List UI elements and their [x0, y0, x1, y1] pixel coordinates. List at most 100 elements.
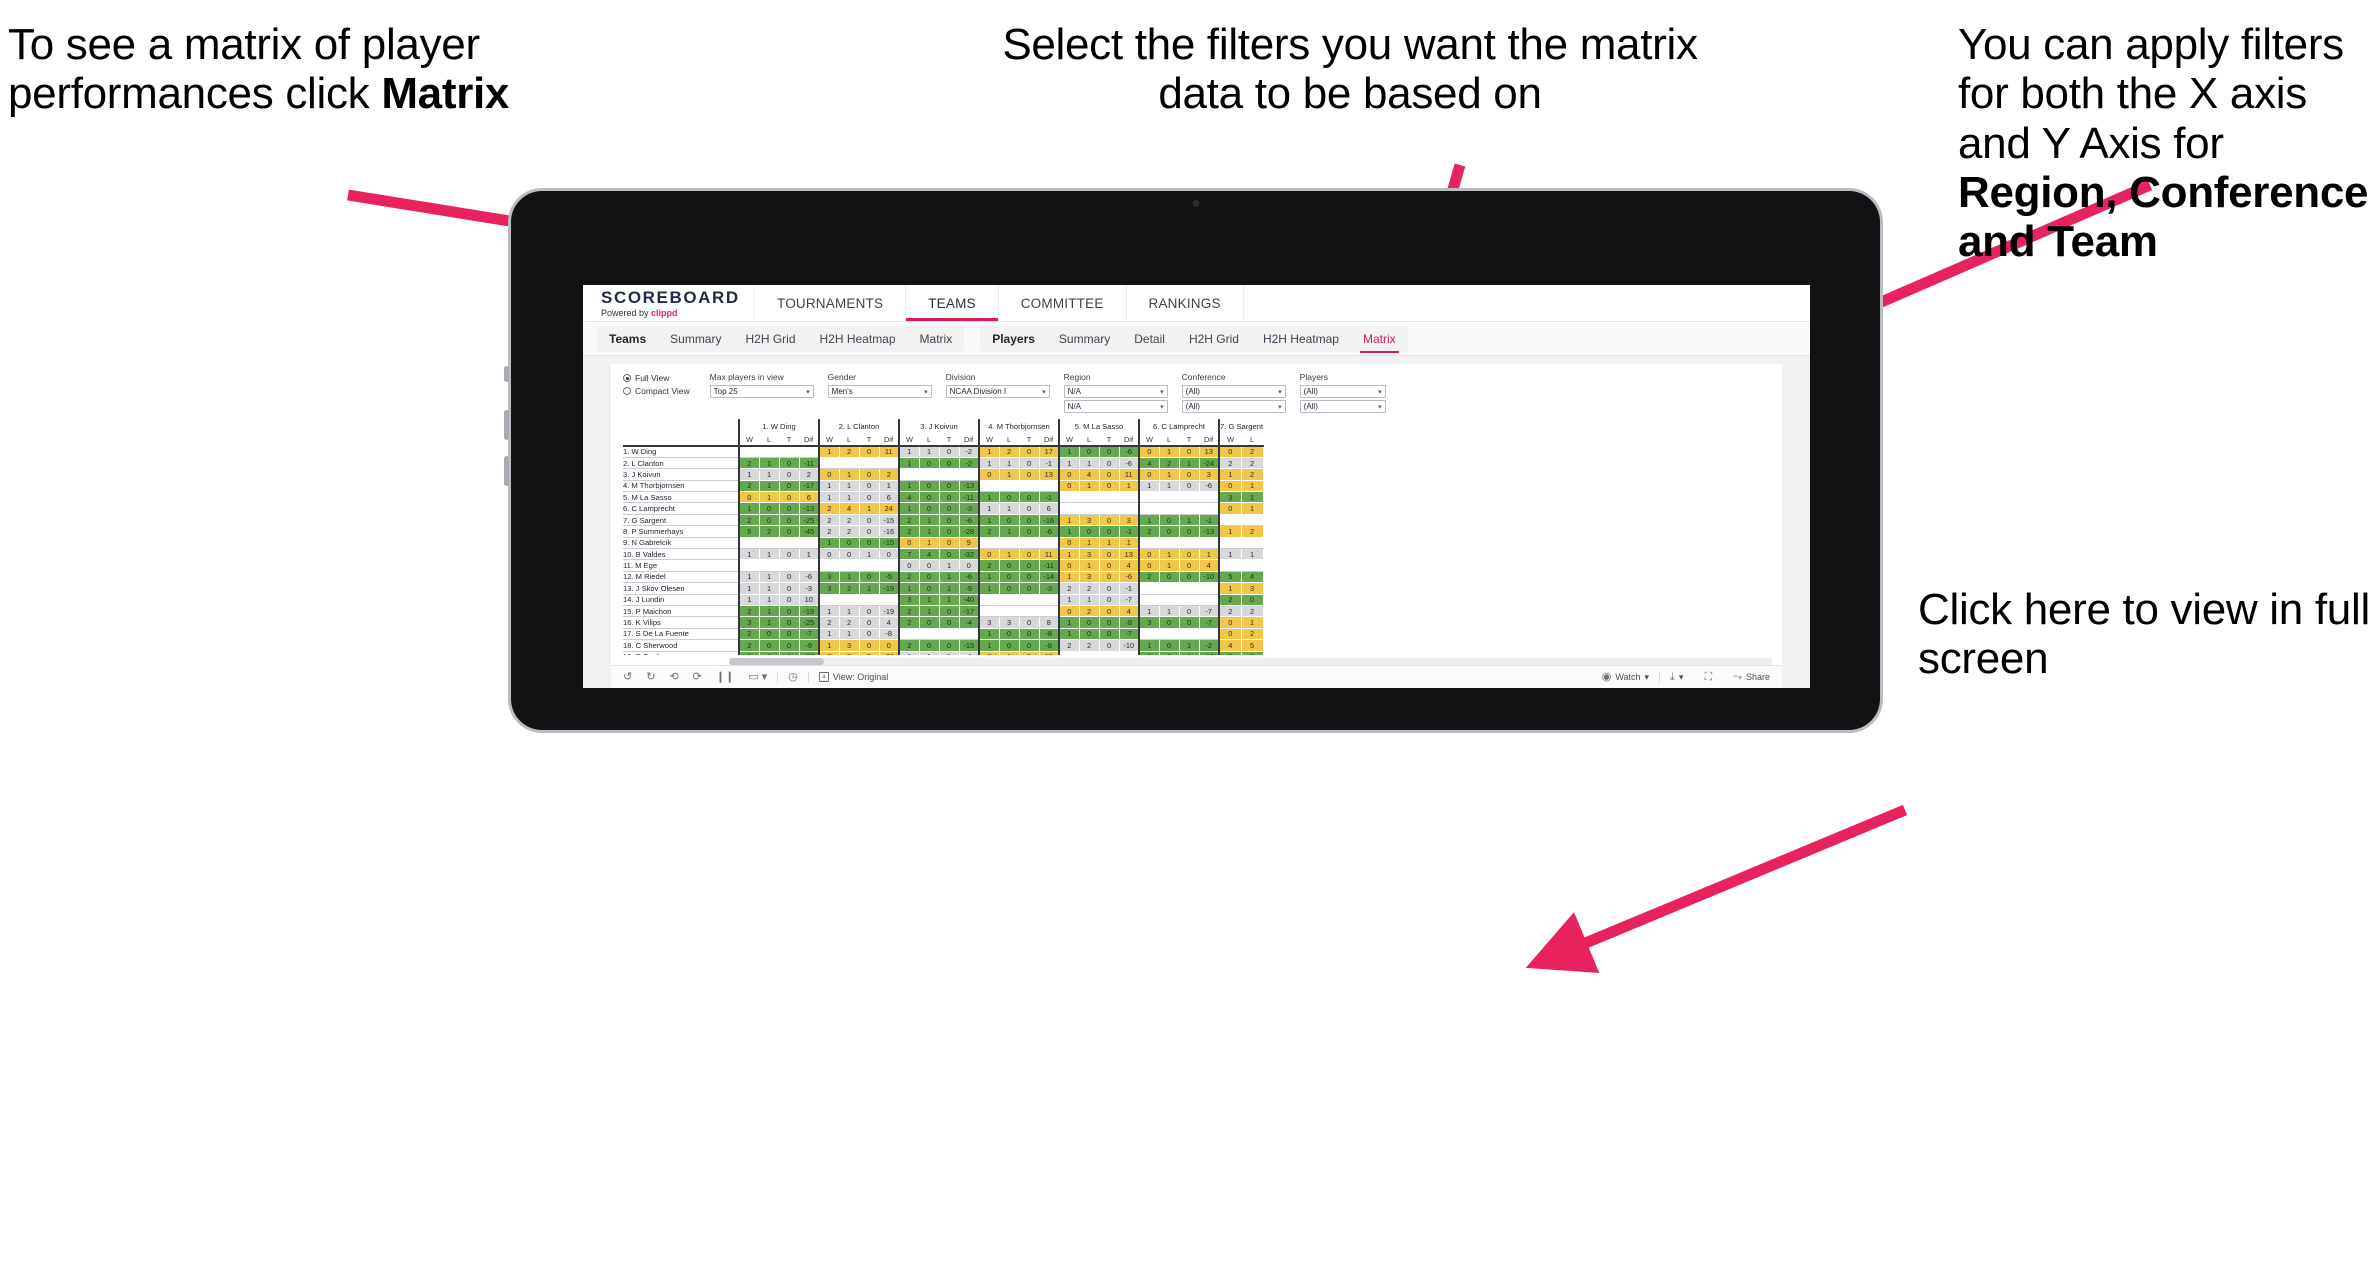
matrix-cell[interactable]: 1 [1079, 594, 1100, 606]
matrix-cell[interactable]: 0 [879, 548, 900, 561]
matrix-cell[interactable]: 0 [1179, 480, 1200, 493]
matrix-cell[interactable]: 0 [859, 639, 880, 652]
matrix-cell[interactable] [738, 446, 760, 458]
matrix-cell[interactable]: 1 [978, 628, 1000, 641]
matrix-cell[interactable] [818, 457, 840, 470]
matrix-cell[interactable]: 1 [818, 628, 840, 641]
matrix-table-wrapper[interactable]: 1. W Ding 2. L Clanton 3. J Koivun 4. M Tho… [611, 417, 1782, 655]
matrix-cell[interactable]: 1 [978, 639, 1000, 652]
matrix-cell[interactable]: 2 [738, 651, 760, 655]
matrix-cell[interactable]: 0 [759, 639, 780, 652]
matrix-cell[interactable]: -25 [799, 514, 820, 527]
matrix-cell[interactable]: -15 [959, 639, 980, 652]
subnav-players-detail[interactable]: Detail [1122, 326, 1177, 352]
matrix-cell[interactable]: 1 [939, 559, 960, 572]
matrix-cell[interactable] [959, 468, 980, 481]
matrix-cell[interactable]: -7 [1119, 628, 1140, 641]
matrix-cell[interactable]: 0 [939, 639, 960, 652]
matrix-cell[interactable]: 5 [839, 651, 860, 655]
matrix-cell[interactable]: 1 [1138, 605, 1160, 618]
matrix-cell[interactable]: 1 [1217, 468, 1242, 481]
matrix-cell[interactable] [1217, 537, 1242, 550]
matrix-cell[interactable] [1179, 594, 1200, 606]
matrix-cell[interactable] [738, 537, 760, 550]
matrix-cell[interactable]: 3 [1138, 616, 1160, 629]
matrix-cell[interactable]: 0 [1058, 559, 1080, 572]
topnav-tournaments[interactable]: TOURNAMENTS [755, 285, 907, 321]
matrix-cell[interactable]: -6 [1039, 525, 1060, 538]
matrix-cell[interactable]: 2 [1159, 651, 1180, 655]
matrix-cell[interactable] [1079, 502, 1100, 515]
matrix-cell[interactable]: 11 [879, 446, 900, 458]
matrix-cell[interactable]: 1 [818, 491, 840, 504]
matrix-cell[interactable]: 0 [1019, 628, 1040, 641]
matrix-cell[interactable] [799, 446, 820, 458]
matrix-cell[interactable]: 0 [779, 480, 800, 493]
matrix-cell[interactable]: -1 [959, 651, 980, 655]
matrix-cell[interactable]: 1 [818, 480, 840, 493]
matrix-cell[interactable]: -6 [1119, 446, 1140, 458]
matrix-cell[interactable]: -1 [1199, 514, 1220, 527]
matrix-cell[interactable] [1079, 491, 1100, 504]
matrix-cell[interactable]: 0 [779, 582, 800, 595]
matrix-cell[interactable]: -7 [1199, 616, 1220, 629]
matrix-cell[interactable]: 1 [1241, 480, 1264, 493]
matrix-cell[interactable]: 0 [879, 639, 900, 652]
matrix-cell[interactable]: 0 [1058, 480, 1080, 493]
matrix-cell[interactable]: 13 [1039, 651, 1060, 655]
matrix-cell[interactable]: 0 [1099, 480, 1120, 493]
matrix-cell[interactable] [1199, 502, 1220, 515]
matrix-cell[interactable]: 0 [1019, 639, 1040, 652]
matrix-cell[interactable]: -8 [1039, 628, 1060, 641]
matrix-cell[interactable]: 0 [1099, 446, 1120, 458]
matrix-cell[interactable] [839, 559, 860, 572]
matrix-cell[interactable] [818, 559, 840, 572]
matrix-cell[interactable]: -16 [1039, 514, 1060, 527]
matrix-cell[interactable]: 0 [779, 594, 800, 606]
matrix-cell[interactable]: 0 [939, 446, 960, 458]
matrix-cell[interactable]: -7 [1199, 605, 1220, 618]
matrix-cell[interactable]: -40 [959, 594, 980, 606]
matrix-cell[interactable] [1179, 582, 1200, 595]
matrix-cell[interactable]: 0 [1099, 457, 1120, 470]
matrix-cell[interactable] [1039, 605, 1060, 618]
matrix-cell[interactable]: -8 [1119, 616, 1140, 629]
matrix-cell[interactable]: 3 [1241, 582, 1264, 595]
matrix-cell[interactable]: 1 [1179, 639, 1200, 652]
matrix-cell[interactable] [898, 468, 920, 481]
matrix-cell[interactable] [759, 559, 780, 572]
matrix-cell[interactable]: 1 [898, 582, 920, 595]
matrix-cell[interactable]: 0 [1099, 616, 1120, 629]
matrix-cell[interactable]: -1 [1119, 582, 1140, 595]
matrix-cell[interactable]: 0 [1217, 502, 1242, 515]
matrix-cell[interactable] [1119, 491, 1140, 504]
matrix-cell[interactable]: 1 [898, 457, 920, 470]
matrix-cell[interactable]: 0 [759, 514, 780, 527]
matrix-cell[interactable]: 2 [738, 628, 760, 641]
matrix-cell[interactable] [1019, 594, 1040, 606]
matrix-cell[interactable]: 0 [1019, 491, 1040, 504]
subnav-teams-matrix[interactable]: Matrix [908, 326, 965, 352]
matrix-cell[interactable] [978, 605, 1000, 618]
matrix-cell[interactable]: 0 [779, 616, 800, 629]
matrix-cell[interactable]: 2 [759, 525, 780, 538]
matrix-cell[interactable]: 0 [1019, 457, 1040, 470]
matrix-cell[interactable]: -16 [879, 525, 900, 538]
matrix-cell[interactable]: 0 [1241, 594, 1264, 606]
matrix-cell[interactable] [1199, 491, 1220, 504]
matrix-cell[interactable]: 5 [1241, 639, 1264, 652]
matrix-cell[interactable]: 1 [839, 480, 860, 493]
matrix-cell[interactable]: 2 [818, 616, 840, 629]
matrix-cell[interactable]: 1 [759, 468, 780, 481]
matrix-cell[interactable]: 1 [999, 548, 1020, 561]
matrix-cell[interactable]: 0 [779, 571, 800, 584]
matrix-cell[interactable]: 2 [839, 616, 860, 629]
matrix-cell[interactable]: -20 [879, 651, 900, 655]
matrix-cell[interactable]: -24 [1199, 457, 1220, 470]
filter-max-players-select[interactable]: Top 25 ▾ [709, 385, 814, 398]
matrix-cell[interactable]: 3 [1079, 571, 1100, 584]
matrix-cell[interactable]: 2 [818, 514, 840, 527]
matrix-cell[interactable]: 0 [1019, 525, 1040, 538]
matrix-cell[interactable]: -19 [799, 605, 820, 618]
matrix-cell[interactable]: 2 [1058, 639, 1080, 652]
